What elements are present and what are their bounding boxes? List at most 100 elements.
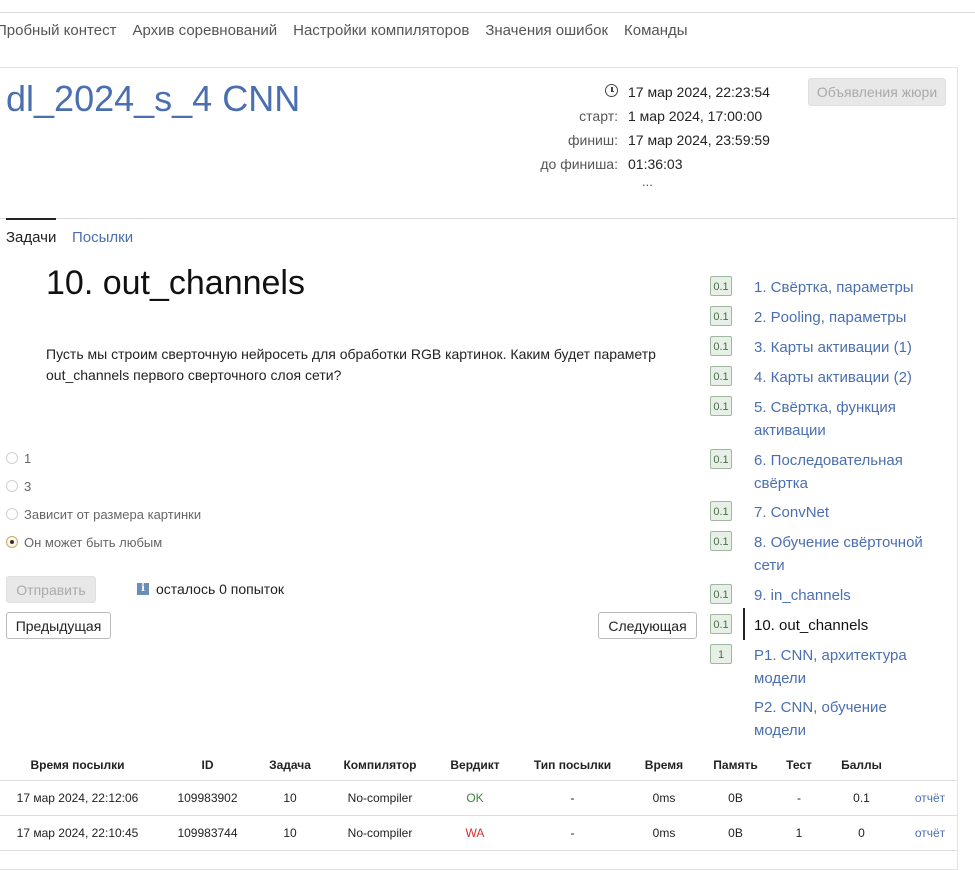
problem-link[interactable]: 2. Pooling, параметры (754, 306, 939, 329)
report-link[interactable]: отчёт (903, 815, 957, 851)
problem-link[interactable]: 8. Обучение свёрточной сети (754, 531, 939, 577)
problem-link[interactable]: 7. ConvNet (754, 501, 939, 524)
score-badge: 0.1 (710, 531, 732, 551)
score-badge: 0.1 (710, 449, 732, 469)
more-info-ellipsis[interactable]: ... (642, 174, 653, 189)
remaining-label: до финиша: (540, 156, 618, 172)
cell-runtime: 0ms (635, 780, 693, 816)
cell-memory: 0B (693, 780, 778, 816)
option-label: Зависит от размера картинки (24, 506, 202, 522)
previous-button[interactable]: Предыдущая (6, 612, 111, 639)
next-button[interactable]: Следующая (598, 612, 697, 639)
problem-link[interactable]: P1. CNN, архитектура модели (754, 644, 939, 690)
current-time: 17 мар 2024, 22:23:54 (628, 84, 770, 100)
cell-id: 109983744 (155, 815, 260, 851)
col-header[interactable]: Компилятор (320, 750, 440, 781)
problem-link[interactable]: 6. Последовательная свёртка (754, 449, 939, 495)
problem-statement: Пусть мы строим сверточную нейросеть для… (46, 346, 656, 383)
answer-option[interactable]: Он может быть любым (6, 528, 201, 556)
score-badge: 0.1 (710, 366, 732, 386)
col-header[interactable]: ID (155, 750, 260, 781)
report-link[interactable]: отчёт (903, 780, 957, 816)
problem-link[interactable]: 3. Карты активации (1) (754, 336, 939, 359)
cell-compiler: No-compiler (320, 780, 440, 816)
answer-option[interactable]: 1 (6, 444, 201, 472)
col-header[interactable]: Задача (260, 750, 320, 781)
radio-button[interactable] (6, 480, 18, 492)
score-badge: 0.1 (710, 396, 732, 416)
table-row: 17 мар 2024, 22:10:45 109983744 10 No-co… (0, 815, 957, 851)
score-badge: 0.1 (710, 584, 732, 604)
col-header[interactable]: Баллы (820, 750, 903, 781)
nav-archive[interactable]: Архив соревнований (132, 22, 277, 39)
clock-icon (605, 84, 618, 97)
cell-score: 0 (820, 815, 903, 851)
col-header[interactable]: Память (693, 750, 778, 781)
cell-verdict: WA (440, 815, 510, 851)
col-header[interactable]: Тип посылки (510, 750, 635, 781)
cell-time: 17 мар 2024, 22:12:06 (0, 780, 155, 816)
cell-id: 109983902 (155, 780, 260, 816)
col-header (903, 750, 957, 781)
score-badge: 1 (710, 644, 732, 664)
radio-button[interactable] (6, 452, 18, 464)
problem-link[interactable]: 9. in_channels (754, 584, 939, 607)
finish-time: 17 мар 2024, 23:59:59 (628, 132, 770, 148)
radio-button[interactable] (6, 508, 18, 520)
cell-test: - (778, 780, 820, 816)
score-badge: 0.1 (710, 276, 732, 296)
start-label: старт: (579, 108, 618, 124)
cell-problem: 10 (260, 780, 320, 816)
cell-type: - (510, 815, 635, 851)
score-badge: 0.1 (710, 306, 732, 326)
finish-label: финиш: (567, 132, 618, 148)
option-label: 3 (24, 478, 32, 494)
cell-problem: 10 (260, 815, 320, 851)
answer-option[interactable]: 3 (6, 472, 201, 500)
remaining-time: 01:36:03 (628, 156, 683, 172)
submit-button[interactable]: Отправить (6, 576, 96, 603)
cell-type: - (510, 780, 635, 816)
nav-teams[interactable]: Команды (624, 22, 688, 39)
cell-score: 0.1 (820, 780, 903, 816)
tab-submissions[interactable]: Посылки (72, 229, 133, 246)
main-nav: Пробный контест Архив соревнований Настр… (0, 12, 975, 48)
table-row: 17 мар 2024, 22:12:06 109983902 10 No-co… (0, 780, 957, 816)
nav-compiler-settings[interactable]: Настройки компиляторов (293, 22, 469, 39)
problem-link[interactable]: 1. Свёртка, параметры (754, 276, 939, 299)
col-header[interactable]: Тест (778, 750, 820, 781)
col-header[interactable]: Вердикт (440, 750, 510, 781)
answer-option[interactable]: Зависит от размера картинки (6, 500, 201, 528)
col-header[interactable]: Время (635, 750, 693, 781)
attempts-info: i осталось 0 попыток (137, 581, 284, 597)
contest-title: dl_2024_s_4 CNN (6, 78, 301, 119)
option-label: Он может быть любым (24, 534, 163, 550)
problem-title: 10. out_channels (46, 264, 305, 302)
cell-compiler: No-compiler (320, 815, 440, 851)
table-header-row: Время посылки ID Задача Компилятор Верди… (0, 750, 957, 781)
submissions-table: Время посылки ID Задача Компилятор Верди… (0, 750, 957, 851)
cell-memory: 0B (693, 815, 778, 851)
start-time: 1 мар 2024, 17:00:00 (628, 108, 763, 124)
cell-verdict: OK (440, 780, 510, 816)
radio-button-checked[interactable] (6, 536, 18, 548)
score-badge: 0.1 (710, 501, 732, 521)
option-label: 1 (24, 450, 32, 466)
score-badge: 0.1 (710, 336, 732, 356)
jury-announcements-button[interactable]: Объявления жюри (808, 78, 946, 106)
problem-link[interactable]: P2. CNN, обучение модели (754, 696, 939, 742)
tab-tasks[interactable]: Задачи (6, 218, 56, 246)
col-header[interactable]: Время посылки (0, 750, 155, 781)
problem-link[interactable]: 10. out_channels (754, 614, 939, 637)
contest-time-info: 17 мар 2024, 22:23:54 старт: 1 мар 2024,… (520, 80, 770, 176)
nav-trial-contest[interactable]: Пробный контест (0, 22, 116, 39)
nav-error-codes[interactable]: Значения ошибок (485, 22, 608, 39)
cell-time: 17 мар 2024, 22:10:45 (0, 815, 155, 851)
answer-options: 1 3 Зависит от размера картинки Он может… (6, 444, 201, 556)
problem-link[interactable]: 4. Карты активации (2) (754, 366, 939, 389)
problem-link[interactable]: 5. Свёртка, функция активации (754, 396, 939, 442)
info-icon: i (137, 583, 149, 595)
score-badge: 0.1 (710, 614, 732, 634)
cell-test: 1 (778, 815, 820, 851)
cell-runtime: 0ms (635, 815, 693, 851)
